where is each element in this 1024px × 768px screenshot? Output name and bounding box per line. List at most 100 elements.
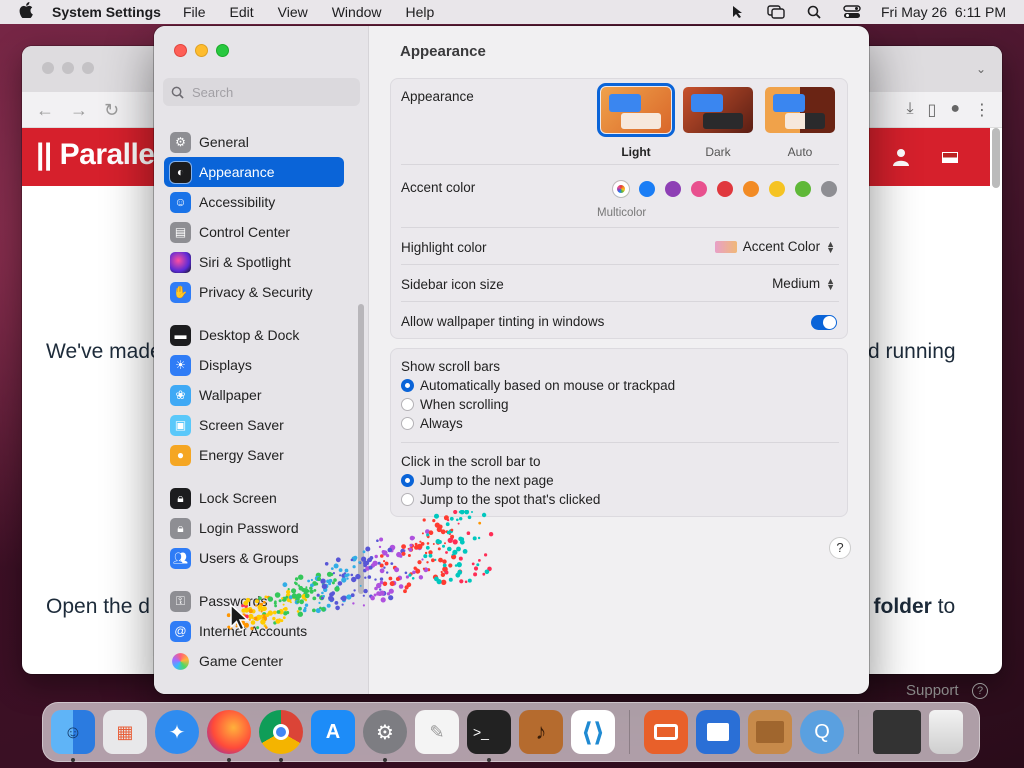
help-button[interactable]: ? <box>829 537 851 559</box>
wallpaper-tinting-toggle[interactable] <box>811 315 837 330</box>
dock-app-downloads-stack-icon[interactable] <box>873 710 921 754</box>
dock-app-terminal-icon[interactable]: >_ <box>467 710 511 762</box>
sidebar-item-internet-accounts[interactable]: @ Internet Accounts <box>164 616 344 646</box>
page-title: Appearance <box>400 43 486 60</box>
dock-app-archive-utility-icon[interactable] <box>748 710 792 754</box>
browser-scrollbar[interactable] <box>992 128 1000 188</box>
menu-help[interactable]: Help <box>406 4 435 20</box>
menu-edit[interactable]: Edit <box>230 4 254 20</box>
mode-light[interactable]: Light <box>597 83 675 159</box>
menu-window[interactable]: Window <box>332 4 382 20</box>
click-option-next-page[interactable]: Jump to the next page <box>401 473 554 488</box>
scroll-option-automatic[interactable]: Automatically based on mouse or trackpad <box>401 378 675 393</box>
browser-close-button[interactable] <box>42 62 54 74</box>
radio-button[interactable] <box>401 474 414 487</box>
support-help-icon[interactable]: ? <box>972 683 988 699</box>
sidebar-item-game-center[interactable]: Game Center <box>164 646 344 676</box>
mode-auto[interactable]: Auto <box>765 87 835 159</box>
profile-icon[interactable]: ● <box>950 100 960 120</box>
radio-button[interactable] <box>401 417 414 430</box>
sidebar-item-accessibility[interactable]: ☺ Accessibility <box>164 187 344 217</box>
control-center-icon: ▤ <box>170 221 191 243</box>
menu-bar-clock[interactable]: Fri May 26 6:11 PM <box>881 4 1006 20</box>
dock-app-chrome-icon[interactable] <box>259 710 303 762</box>
dock-app-textedit-icon[interactable]: ✎ <box>415 710 459 754</box>
sidebar-item-wallpaper[interactable]: ❀ Wallpaper <box>164 380 344 410</box>
sidebar-item-control-center[interactable]: ▤ Control Center <box>164 217 344 247</box>
dock-app-finder-icon[interactable]: ☺ <box>51 710 95 762</box>
dock-app-launchpad-icon[interactable]: ▦ <box>103 710 147 754</box>
tab-list-chevron-icon[interactable]: ⌄ <box>976 62 986 76</box>
dock-app-parallels-toolbox-icon[interactable] <box>696 710 740 754</box>
sidebar-item-privacy-security[interactable]: ✋ Privacy & Security <box>164 277 344 307</box>
support-link[interactable]: Support <box>906 682 959 699</box>
minimize-button[interactable] <box>195 44 208 57</box>
dock-app-trash-icon[interactable] <box>929 710 963 754</box>
radio-button[interactable] <box>401 379 414 392</box>
accent-swatch-4[interactable] <box>717 181 733 197</box>
sidebar-item-lock-screen[interactable]: 🔒︎ Lock Screen <box>164 483 344 513</box>
sidebar-scrollbar[interactable] <box>358 304 364 594</box>
accent-swatch-3[interactable] <box>691 181 707 197</box>
sidebar-item-screen-saver[interactable]: ▣ Screen Saver <box>164 410 344 440</box>
sidebar-item-users-groups[interactable]: 👥︎ Users & Groups <box>164 543 344 573</box>
sidebar-item-siri-spotlight[interactable]: Siri & Spotlight <box>164 247 344 277</box>
spotlight-search-icon[interactable] <box>805 4 823 20</box>
accent-swatch-multicolor[interactable] <box>613 181 629 197</box>
parallels-logo[interactable]: || Paralle <box>36 138 155 172</box>
sidebar-item-appearance[interactable]: ◐ Appearance <box>164 157 344 187</box>
menu-view[interactable]: View <box>278 4 308 20</box>
scroll-option-when-scrolling[interactable]: When scrolling <box>401 397 509 412</box>
control-center-icon[interactable] <box>843 4 861 20</box>
dock-app-firefox-icon[interactable] <box>207 710 251 762</box>
radio-button[interactable] <box>401 398 414 411</box>
sidebar-item-desktop-dock[interactable]: ▬ Desktop & Dock <box>164 320 344 350</box>
dock-app-instruments-icon[interactable]: ♪ <box>519 710 563 754</box>
highlight-color-popup[interactable]: Accent Color ▲ ▼ <box>714 239 835 254</box>
reload-icon[interactable]: ↻ <box>104 100 119 121</box>
zoom-button[interactable] <box>216 44 229 57</box>
browser-zoom-button[interactable] <box>82 62 94 74</box>
siri-icon <box>170 251 191 273</box>
sidebar-item-passwords[interactable]: ⚿ Passwords <box>164 586 344 616</box>
account-icon[interactable] <box>892 148 910 166</box>
accent-swatch-8[interactable] <box>821 181 837 197</box>
dock-app-app-store-icon[interactable]: A <box>311 710 355 754</box>
mode-dark[interactable]: Dark <box>683 87 753 159</box>
accent-swatch-7[interactable] <box>795 181 811 197</box>
dock-app-vscode-icon[interactable]: ⟨⟩ <box>571 710 615 754</box>
sidebar-toggle-icon[interactable]: ▯ <box>928 100 937 120</box>
back-arrow-icon[interactable]: ← <box>36 100 54 121</box>
forward-arrow-icon[interactable]: → <box>70 100 88 121</box>
parallels-status-icon[interactable] <box>767 4 785 20</box>
apple-menu-icon[interactable] <box>0 1 52 23</box>
menu-file[interactable]: File <box>183 4 206 20</box>
browser-minimize-button[interactable] <box>62 62 74 74</box>
us-flag-icon[interactable] <box>942 152 958 163</box>
radio-button[interactable] <box>401 493 414 506</box>
sidebar-item-login-password[interactable]: 🔒︎ Login Password <box>164 513 344 543</box>
accent-swatch-6[interactable] <box>769 181 785 197</box>
dock-app-parallels-desktop-icon[interactable] <box>644 710 688 754</box>
sidebar-item-general[interactable]: ⚙ General <box>164 127 344 157</box>
search-input[interactable] <box>192 84 352 100</box>
dock-app-system-settings-icon[interactable]: ⚙ <box>363 710 407 762</box>
page-text-fragment: s folder to <box>856 595 956 618</box>
accent-swatch-5[interactable] <box>743 181 759 197</box>
more-menu-icon[interactable]: ⋮ <box>974 100 990 120</box>
dock-app-quicktime-icon[interactable]: Q <box>800 710 844 754</box>
accent-swatch-2[interactable] <box>665 181 681 197</box>
sidebar-item-energy-saver[interactable]: ● Energy Saver <box>164 440 344 470</box>
download-icon[interactable]: ⤓ <box>906 100 913 120</box>
close-button[interactable] <box>174 44 187 57</box>
dock-app-safari-icon[interactable]: ✦ <box>155 710 199 754</box>
app-menu-system-settings[interactable]: System Settings <box>52 4 161 20</box>
accent-swatch-1[interactable] <box>639 181 655 197</box>
search-field[interactable] <box>163 78 360 106</box>
click-option-spot-clicked[interactable]: Jump to the spot that's clicked <box>401 492 600 507</box>
sidebar-item-displays[interactable]: ☀ Displays <box>164 350 344 380</box>
pointer-status-icon[interactable] <box>729 4 747 20</box>
scroll-option-always[interactable]: Always <box>401 416 463 431</box>
running-indicator <box>227 758 231 762</box>
sidebar-icon-size-popup[interactable]: Medium ▲ ▼ <box>772 276 835 291</box>
